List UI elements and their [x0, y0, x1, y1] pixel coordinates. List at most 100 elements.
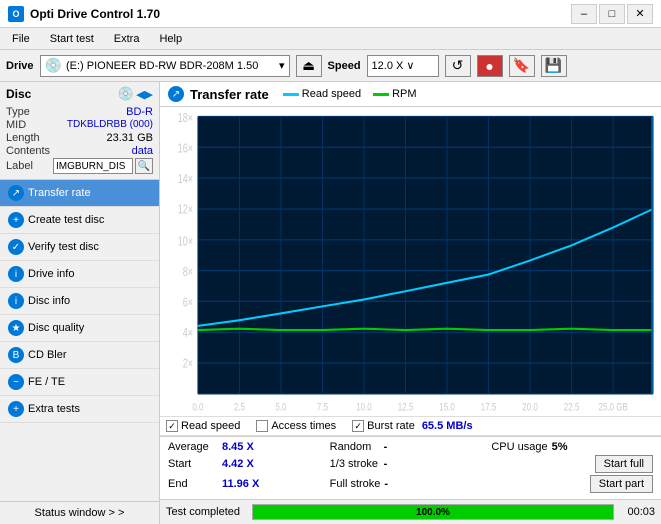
app-title: Opti Drive Control 1.70	[30, 7, 160, 21]
nav-disc-info[interactable]: i Disc info	[0, 288, 159, 315]
window-controls: – □ ✕	[571, 4, 653, 24]
nav-disc-quality[interactable]: ★ Disc quality	[0, 315, 159, 342]
svg-text:10×: 10×	[178, 235, 193, 249]
length-value: 23.31 GB	[107, 132, 153, 144]
label-icon-button[interactable]: 🔍	[135, 158, 153, 174]
end-col: End 11.96 X	[168, 475, 330, 493]
eject-button[interactable]: ⏏	[296, 55, 322, 77]
nav-verify-test-disc[interactable]: ✓ Verify test disc	[0, 234, 159, 261]
nav-cd-bler[interactable]: B CD Bler	[0, 342, 159, 369]
title-bar: O Opti Drive Control 1.70 – □ ✕	[0, 0, 661, 28]
cpu-label: CPU usage	[491, 441, 547, 453]
start-part-button[interactable]: Start part	[590, 475, 653, 493]
read-speed-checkbox[interactable]: ✓	[166, 420, 178, 432]
start-col: Start 4.42 X	[168, 455, 330, 473]
verify-disc-icon: ✓	[8, 239, 24, 255]
start-full-col: Start full	[491, 455, 653, 473]
svg-text:18×: 18×	[178, 112, 193, 126]
drive-select-value: (E:) PIONEER BD-RW BDR-208M 1.50	[66, 60, 258, 72]
average-value: 8.45 X	[222, 441, 267, 453]
svg-text:20.0: 20.0	[522, 401, 538, 414]
svg-text:25.0 GB: 25.0 GB	[598, 401, 627, 414]
nav-list: ↗ Transfer rate + Create test disc ✓ Ver…	[0, 180, 159, 501]
main-layout: Disc 💿 ◀▶ Type BD-R MID TDKBLDRBB (000) …	[0, 82, 661, 524]
drive-label: Drive	[6, 60, 34, 72]
svg-text:16×: 16×	[178, 142, 193, 156]
average-label: Average	[168, 441, 218, 453]
progress-track: 100.0%	[252, 504, 614, 520]
svg-text:2×: 2×	[183, 357, 193, 371]
save-button[interactable]: 💾	[541, 55, 567, 77]
burst-rate-value: 65.5 MB/s	[422, 420, 473, 432]
stroke-1-3-label: 1/3 stroke	[330, 458, 380, 470]
read-speed-legend-label: Read speed	[302, 88, 361, 100]
mid-value: TDKBLDRBB (000)	[67, 119, 153, 131]
type-label: Type	[6, 106, 30, 118]
create-disc-icon: +	[8, 212, 24, 228]
full-stroke-label: Full stroke	[330, 478, 381, 490]
stats-row-3: End 11.96 X Full stroke - Start part	[168, 475, 653, 493]
disc-section-label: Disc	[6, 87, 31, 101]
burst-rate-checkbox-item[interactable]: ✓ Burst rate 65.5 MB/s	[352, 420, 472, 432]
random-col: Random -	[330, 441, 492, 453]
svg-text:0.0: 0.0	[192, 401, 203, 414]
transfer-rate-chart: 18× 16× 14× 12× 10× 8× 6× 4× 2× 0.0 2.5 …	[160, 111, 659, 416]
stroke-1-3-value: -	[384, 458, 429, 470]
svg-text:15.0: 15.0	[439, 401, 455, 414]
drive-dropdown-arrow: ▾	[279, 59, 285, 72]
menu-extra[interactable]: Extra	[106, 31, 148, 47]
nav-transfer-rate[interactable]: ↗ Transfer rate	[0, 180, 159, 207]
cpu-value: 5%	[552, 441, 597, 453]
toolbar-btn-2[interactable]: 🔖	[509, 55, 535, 77]
svg-text:7.5: 7.5	[317, 401, 328, 414]
svg-text:4×: 4×	[183, 327, 193, 341]
minimize-button[interactable]: –	[571, 4, 597, 24]
menu-start-test[interactable]: Start test	[42, 31, 102, 47]
end-value: 11.96 X	[222, 478, 267, 490]
svg-text:6×: 6×	[183, 296, 193, 310]
progress-bar-row: Test completed 100.0% 00:03	[160, 499, 661, 524]
start-full-button[interactable]: Start full	[595, 455, 653, 473]
mid-label: MID	[6, 119, 26, 131]
full-stroke-col: Full stroke -	[330, 475, 492, 493]
burst-rate-checkbox[interactable]: ✓	[352, 420, 364, 432]
status-window-button[interactable]: Status window > >	[0, 501, 159, 524]
label-input[interactable]	[53, 158, 133, 174]
access-times-checkbox[interactable]	[256, 420, 268, 432]
full-stroke-value: -	[384, 478, 429, 490]
nav-drive-info[interactable]: i Drive info	[0, 261, 159, 288]
stroke-1-3-col: 1/3 stroke -	[330, 455, 492, 473]
menu-file[interactable]: File	[4, 31, 38, 47]
nav-extra-tests[interactable]: + Extra tests	[0, 396, 159, 423]
svg-text:2.5: 2.5	[234, 401, 245, 414]
checkboxes-row: ✓ Read speed Access times ✓ Burst rate 6…	[160, 416, 661, 436]
progress-label: 100.0%	[253, 505, 613, 519]
start-part-col: Start part	[491, 475, 653, 493]
chart-legend: Read speed RPM	[283, 88, 417, 100]
nav-fe-te[interactable]: ~ FE / TE	[0, 369, 159, 396]
extra-tests-icon: +	[8, 401, 24, 417]
menu-help[interactable]: Help	[151, 31, 190, 47]
disc-label-label: Label	[6, 160, 33, 172]
access-times-checkbox-item[interactable]: Access times	[256, 420, 336, 432]
svg-text:22.5: 22.5	[564, 401, 580, 414]
start-value: 4.42 X	[222, 458, 267, 470]
speed-select-value: 12.0 X ∨	[372, 59, 415, 72]
toolbar-btn-1[interactable]: ●	[477, 55, 503, 77]
contents-label: Contents	[6, 145, 50, 157]
app-icon: O	[8, 6, 24, 22]
average-col: Average 8.45 X	[168, 441, 330, 453]
read-speed-checkbox-item[interactable]: ✓ Read speed	[166, 420, 240, 432]
maximize-button[interactable]: □	[599, 4, 625, 24]
svg-text:12.5: 12.5	[398, 401, 414, 414]
contents-value: data	[132, 145, 153, 157]
disc-nav-arrows[interactable]: ◀▶	[136, 88, 153, 101]
disc-quality-icon: ★	[8, 320, 24, 336]
nav-create-test-disc[interactable]: + Create test disc	[0, 207, 159, 234]
burst-rate-checkbox-label: Burst rate	[367, 420, 415, 432]
refresh-button[interactable]: ↺	[445, 55, 471, 77]
close-button[interactable]: ✕	[627, 4, 653, 24]
start-label: Start	[168, 458, 218, 470]
svg-text:12×: 12×	[178, 203, 193, 217]
chart-header: ↗ Transfer rate Read speed RPM	[160, 82, 661, 107]
